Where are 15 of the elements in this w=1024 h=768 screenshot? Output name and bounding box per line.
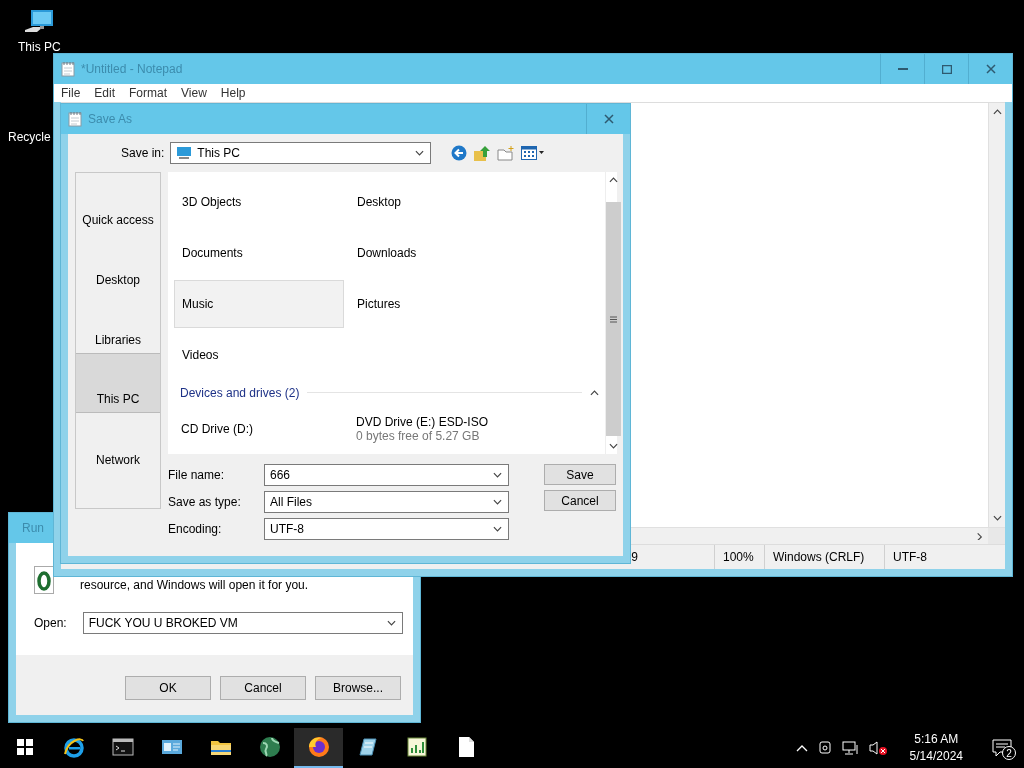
status-bar-item: 100% (714, 545, 764, 569)
run-description: resource, and Windows will open it for you. (80, 578, 309, 594)
window-title: *Untitled - Notepad (81, 62, 183, 76)
status-bar-item: UTF-8 (884, 545, 1005, 569)
field-label: File name: (168, 468, 226, 482)
window-title: Save As (88, 112, 133, 126)
window-title: Run (22, 521, 44, 535)
open-label: Open: (34, 616, 67, 630)
drive-space-text: 0 bytes free of 5.27 GB (356, 429, 481, 444)
notification-count: 2 (1002, 746, 1016, 760)
field-label: Encoding: (168, 522, 223, 536)
status-bar-item: 9 (630, 549, 639, 566)
status-bar-item: Windows (CRLF) (764, 545, 884, 569)
field-label: Save as type: (168, 495, 242, 509)
save-in-label: Save in: (121, 146, 165, 160)
